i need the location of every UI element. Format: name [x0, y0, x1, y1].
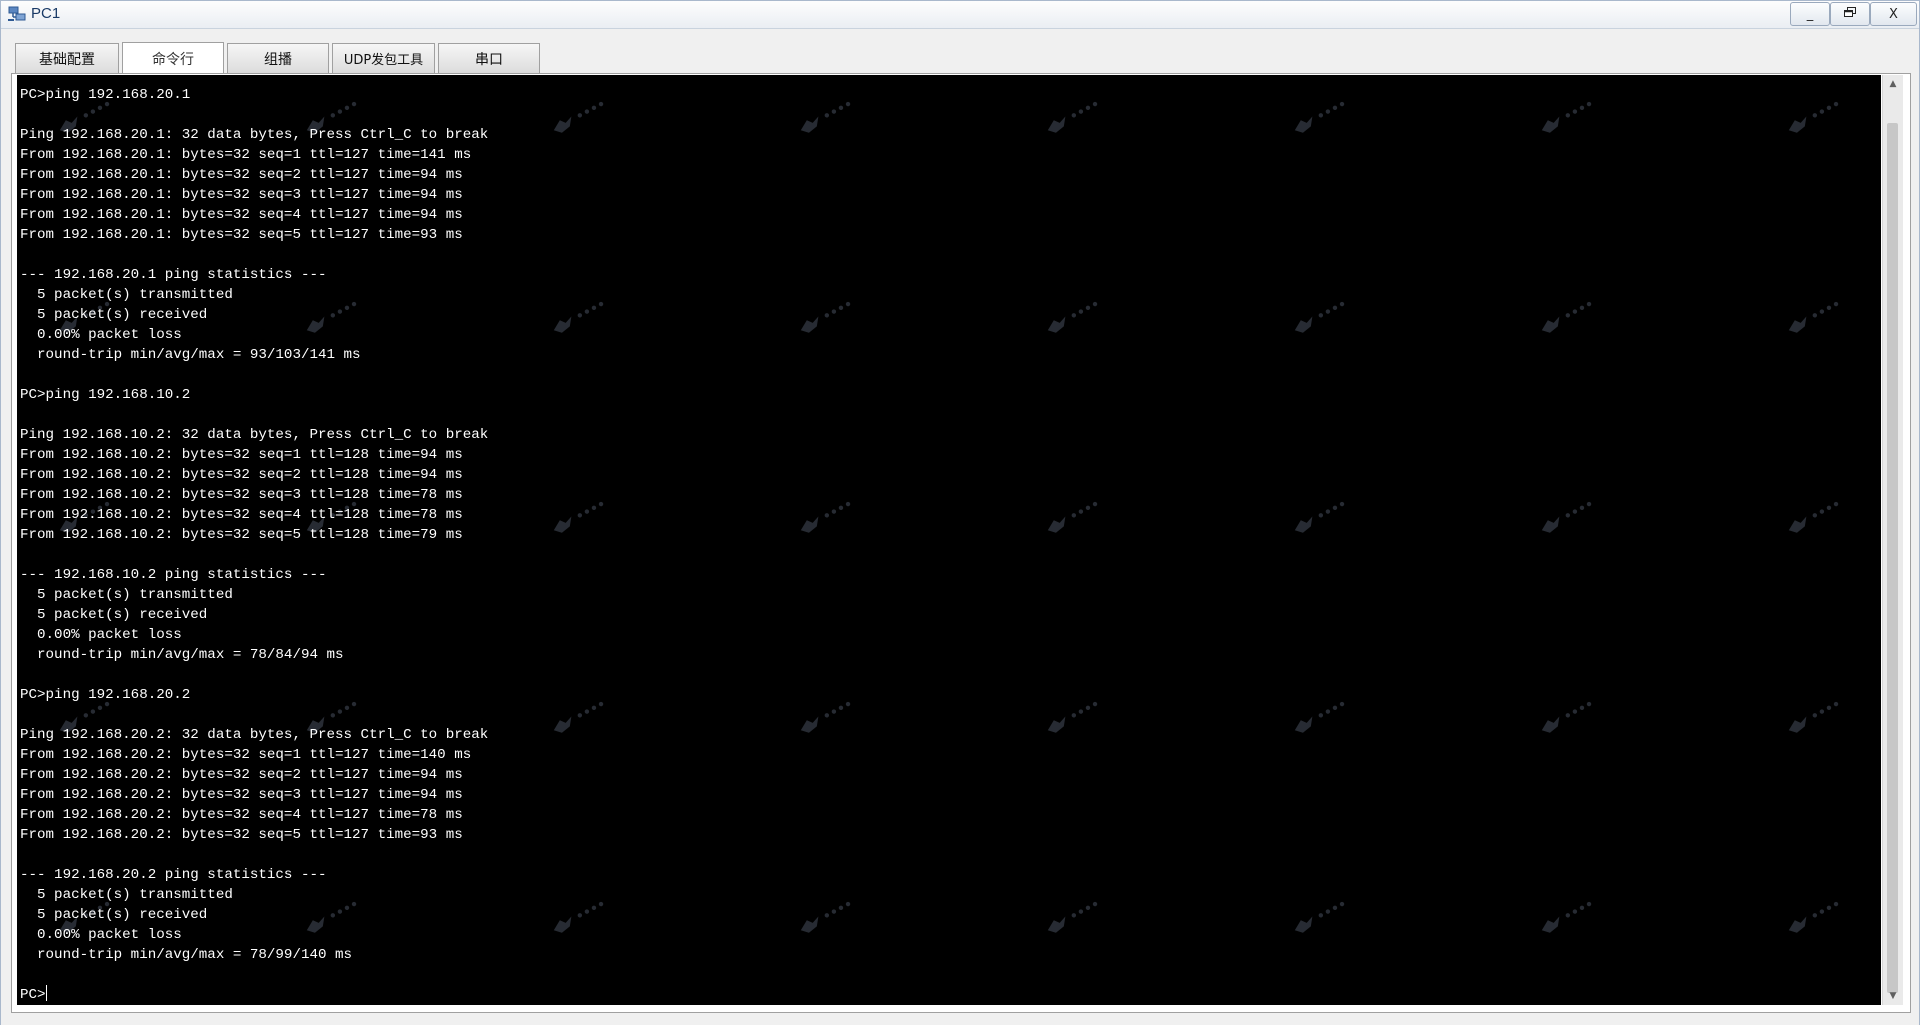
terminal-line: From 192.168.20.2: bytes=32 seq=4 ttl=12… [20, 807, 463, 823]
terminal-console[interactable]: PC>ping 192.168.20.1 Ping 192.168.20.1: 3… [17, 75, 1881, 1005]
title-bar[interactable]: PC1 _ X [1, 1, 1919, 29]
terminal-line: --- 192.168.20.2 ping statistics --- [20, 867, 327, 883]
terminal-line: round-trip min/avg/max = 78/99/140 ms [20, 947, 353, 963]
scroll-thumb[interactable] [1887, 123, 1898, 993]
text-cursor [45, 985, 47, 1001]
restore-button[interactable] [1830, 2, 1870, 26]
tab-multicast[interactable]: 组播 [227, 43, 329, 73]
terminal-line: 5 packet(s) received [20, 307, 208, 323]
tab-label: UDP发包工具 [343, 53, 424, 68]
terminal-line: From 192.168.10.2: bytes=32 seq=4 ttl=12… [20, 507, 463, 523]
minimize-icon: _ [1806, 6, 1814, 22]
terminal-line: Ping 192.168.20.1: 32 data bytes, Press … [20, 127, 489, 143]
network-pc-icon [7, 5, 27, 23]
terminal-line: round-trip min/avg/max = 93/103/141 ms [20, 347, 361, 363]
terminal-line: From 192.168.20.2: bytes=32 seq=2 ttl=12… [20, 767, 463, 783]
tab-label: 基础配置 [39, 51, 95, 68]
tab-label: 串口 [475, 51, 503, 68]
terminal-line: Ping 192.168.20.2: 32 data bytes, Press … [20, 727, 489, 743]
terminal-line: round-trip min/avg/max = 78/84/94 ms [20, 647, 344, 663]
terminal-line: From 192.168.10.2: bytes=32 seq=3 ttl=12… [20, 487, 463, 503]
terminal-line: --- 192.168.10.2 ping statistics --- [20, 567, 327, 583]
terminal-line: 0.00% packet loss [20, 327, 182, 343]
tab-command-line[interactable]: 命令行 [122, 42, 224, 74]
terminal-line: PC>ping 192.168.20.2 [20, 687, 191, 703]
terminal-line: From 192.168.20.1: bytes=32 seq=2 ttl=12… [20, 167, 463, 183]
close-icon: X [1889, 6, 1898, 22]
terminal-line: 5 packet(s) transmitted [20, 287, 233, 303]
scroll-up-icon[interactable]: ▲ [1883, 75, 1903, 93]
terminal-line: From 192.168.20.1: bytes=32 seq=3 ttl=12… [20, 187, 463, 203]
tab-udp-tool[interactable]: UDP发包工具 [332, 43, 435, 73]
terminal-line: Ping 192.168.10.2: 32 data bytes, Press … [20, 427, 489, 443]
terminal-line: 5 packet(s) received [20, 907, 208, 923]
tab-label: 命令行 [152, 51, 194, 68]
terminal-line: 0.00% packet loss [20, 627, 182, 643]
vertical-scrollbar[interactable]: ▲ ▼ [1882, 75, 1903, 1005]
terminal-prompt-line[interactable]: PC> [20, 985, 488, 1005]
terminal-line: 5 packet(s) transmitted [20, 887, 233, 903]
scroll-down-icon[interactable]: ▼ [1883, 987, 1903, 1005]
terminal-line: From 192.168.20.1: bytes=32 seq=5 ttl=12… [20, 227, 463, 243]
terminal-line: PC>ping 192.168.20.1 [20, 87, 191, 103]
terminal-output: PC>ping 192.168.20.1 Ping 192.168.20.1: 3… [20, 85, 488, 1005]
restore-icon [1843, 6, 1857, 22]
tab-serial-port[interactable]: 串口 [438, 43, 540, 73]
terminal-line: From 192.168.20.1: bytes=32 seq=1 ttl=12… [20, 147, 472, 163]
minimize-button[interactable]: _ [1790, 2, 1830, 26]
terminal-prompt: PC> [20, 987, 46, 1003]
terminal-line: From 192.168.20.2: bytes=32 seq=3 ttl=12… [20, 787, 463, 803]
terminal-line: From 192.168.10.2: bytes=32 seq=5 ttl=12… [20, 527, 463, 543]
tab-label: 组播 [264, 51, 292, 68]
terminal-line: 0.00% packet loss [20, 927, 182, 943]
terminal-line: 5 packet(s) received [20, 607, 208, 623]
close-button[interactable]: X [1870, 2, 1917, 26]
terminal-line: From 192.168.10.2: bytes=32 seq=1 ttl=12… [20, 447, 463, 463]
terminal-line: From 192.168.20.2: bytes=32 seq=1 ttl=12… [20, 747, 472, 763]
window-bottom-border [1, 1016, 1919, 1025]
tab-basic-config[interactable]: 基础配置 [15, 43, 119, 73]
terminal-line: From 192.168.20.1: bytes=32 seq=4 ttl=12… [20, 207, 463, 223]
terminal-line: PC>ping 192.168.10.2 [20, 387, 191, 403]
terminal-line: --- 192.168.20.1 ping statistics --- [20, 267, 327, 283]
window-title: PC1 [31, 5, 61, 22]
terminal-line: 5 packet(s) transmitted [20, 587, 233, 603]
terminal-line: From 192.168.10.2: bytes=32 seq=2 ttl=12… [20, 467, 463, 483]
app-window: PC1 _ X 基础配置 命令行 组播 UDP发包工具 串口 PC>ping 1… [0, 0, 1920, 1025]
terminal-line: From 192.168.20.2: bytes=32 seq=5 ttl=12… [20, 827, 463, 843]
